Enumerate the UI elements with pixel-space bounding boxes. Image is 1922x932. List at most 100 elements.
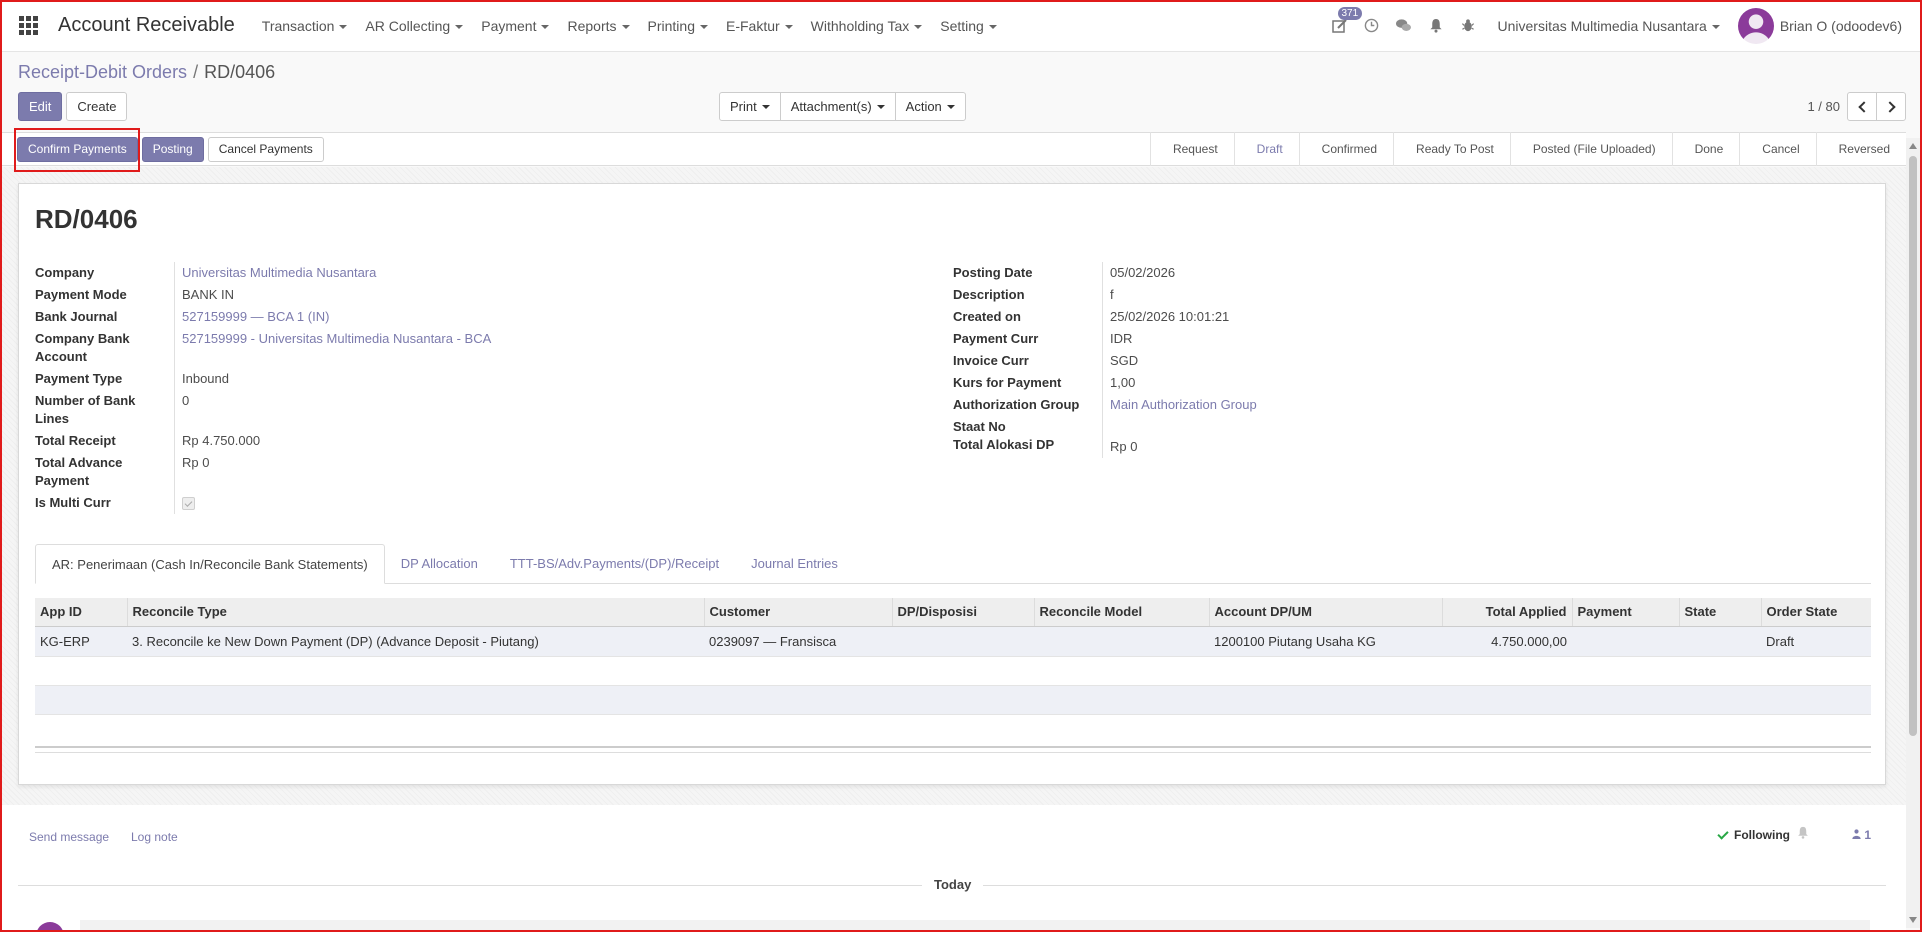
following-button[interactable]: Following (1717, 827, 1790, 842)
navbar-systray: 371 Universitas Multimedia Nusantara Bri… (1324, 0, 1922, 52)
field-value: BANK IN (182, 287, 235, 302)
table-cell: Draft (1761, 626, 1871, 657)
stage-draft[interactable]: Draft (1233, 132, 1299, 166)
company-switcher[interactable]: Universitas Multimedia Nusantara (1498, 18, 1720, 34)
attachments-dropdown[interactable]: Attachment(s) (779, 92, 896, 121)
pager-previous-button[interactable] (1847, 92, 1877, 121)
field-value: Rp 0 (182, 455, 210, 470)
user-avatar[interactable] (1737, 7, 1774, 44)
log-note-button[interactable]: Log note (131, 830, 178, 844)
field-value: 1,00 (1110, 375, 1136, 390)
company-link[interactable]: Universitas Multimedia Nusantara (175, 262, 376, 284)
field-payment-type: Payment Type Inbound (35, 368, 755, 390)
field-total-advance-payment: Total Advance Payment Rp 0 (35, 452, 755, 492)
create-button[interactable]: Create (66, 92, 128, 121)
menu-printing[interactable]: Printing (639, 18, 717, 34)
field-label: Payment Curr (953, 328, 1103, 350)
stage-cancel[interactable]: Cancel (1739, 132, 1815, 166)
status-stages: Request Draft Confirmed Ready To Post Po… (1149, 132, 1906, 166)
field-total-alokasi-dp: Total Alokasi DP Rp 0 (953, 436, 1653, 458)
followers-button[interactable]: 1 (1852, 828, 1871, 842)
column-header[interactable]: Account DP/UM (1208, 598, 1442, 627)
app-title[interactable]: Account Receivable (58, 14, 235, 37)
column-header[interactable]: App ID (35, 598, 127, 627)
column-header[interactable]: Reconcile Type (126, 598, 704, 627)
chevron-left-icon (1857, 100, 1870, 113)
breadcrumb-separator: / (193, 62, 199, 82)
bank-journal-link[interactable]: 527159999 — BCA 1 (IN) (175, 306, 329, 328)
bell-icon[interactable] (1420, 0, 1452, 52)
column-header[interactable]: Customer (703, 598, 892, 627)
print-dropdown[interactable]: Print (719, 92, 781, 121)
page-scrollbar[interactable] (1906, 138, 1920, 928)
sidebar-actions: Print Attachment(s) Action (719, 92, 966, 121)
table-cell (1572, 626, 1679, 657)
pager-next-button[interactable] (1876, 92, 1906, 121)
menu-payment[interactable]: Payment (472, 18, 558, 34)
column-header[interactable]: State (1678, 598, 1761, 627)
menu-reports[interactable]: Reports (558, 18, 638, 34)
stage-posted-file-uploaded[interactable]: Posted (File Uploaded) (1509, 132, 1672, 166)
stage-done[interactable]: Done (1671, 132, 1740, 166)
cancel-payments-button[interactable]: Cancel Payments (207, 136, 324, 162)
stage-reversed[interactable]: Reversed (1815, 132, 1906, 166)
posting-button[interactable]: Posting (141, 136, 204, 162)
authorization-group-link[interactable]: Main Authorization Group (1103, 394, 1257, 416)
stage-ready-to-post[interactable]: Ready To Post (1393, 132, 1510, 166)
menu-withholding-tax[interactable]: Withholding Tax (802, 18, 932, 34)
field-is-multi-curr: Is Multi Curr (35, 492, 755, 514)
column-header[interactable]: Total Applied (1441, 598, 1572, 627)
field-label: Company (35, 262, 175, 284)
user-menu[interactable]: Brian O (odoodev6) (1780, 18, 1902, 34)
edit-button[interactable]: Edit (18, 92, 63, 121)
tab-ttt-bs-receipt[interactable]: TTT-BS/Adv.Payments/(DP)/Receipt (494, 543, 735, 583)
table-cell (1034, 626, 1209, 657)
empty-table-row (35, 685, 1871, 715)
column-header[interactable]: Reconcile Model (1033, 598, 1209, 627)
pager: 1 / 80 (1807, 92, 1906, 121)
stage-confirmed[interactable]: Confirmed (1298, 132, 1393, 166)
chat-bubbles-icon[interactable] (1388, 0, 1420, 52)
send-message-button[interactable]: Send message (29, 830, 109, 844)
field-label: Invoice Curr (953, 350, 1103, 372)
menu-ar-collecting[interactable]: AR Collecting (356, 18, 472, 34)
main-menu: Transaction AR Collecting Payment Report… (253, 18, 1006, 34)
tab-dp-allocation[interactable]: DP Allocation (385, 543, 494, 583)
field-label: Created on (953, 306, 1103, 328)
bug-icon[interactable] (1452, 0, 1484, 52)
breadcrumb-parent-link[interactable]: Receipt-Debit Orders (18, 62, 187, 82)
is-multi-curr-checkbox[interactable] (182, 497, 195, 510)
company-bank-account-link[interactable]: 527159999 - Universitas Multimedia Nusan… (175, 328, 491, 368)
pager-value[interactable]: 1 / 80 (1807, 99, 1840, 114)
menu-transaction[interactable]: Transaction (253, 18, 357, 34)
notification-bell-icon[interactable] (1797, 826, 1809, 842)
clock-icon[interactable] (1356, 0, 1388, 52)
column-header[interactable]: DP/Disposisi (891, 598, 1034, 627)
action-dropdown[interactable]: Action (894, 92, 966, 121)
scroll-thumb[interactable] (1909, 156, 1917, 736)
field-value: Inbound (182, 371, 229, 386)
scroll-up-arrow-icon[interactable] (1909, 143, 1917, 149)
confirm-payments-button[interactable]: Confirm Payments (17, 136, 138, 162)
tab-ar-penerimaan[interactable]: AR: Penerimaan (Cash In/Reconcile Bank S… (35, 544, 385, 584)
apps-menu-icon[interactable] (16, 14, 40, 38)
column-header[interactable]: Payment (1571, 598, 1679, 627)
activity-edit-icon[interactable]: 371 (1324, 0, 1363, 52)
table-row[interactable]: KG-ERP 3. Reconcile ke New Down Payment … (35, 626, 1871, 657)
form-statusbar: Confirm Payments Posting Cancel Payments… (2, 132, 1906, 166)
scroll-down-arrow-icon[interactable] (1909, 917, 1917, 923)
field-staat-no: Staat No (953, 416, 1653, 436)
caret-down-icon (988, 24, 997, 29)
empty-table-row (35, 656, 1871, 686)
stage-request[interactable]: Request (1149, 132, 1234, 166)
tab-journal-entries[interactable]: Journal Entries (735, 543, 854, 583)
field-label: Payment Mode (35, 284, 175, 306)
following-label: Following (1734, 828, 1790, 842)
column-header[interactable]: Order State (1760, 598, 1871, 627)
record-title: RD/0406 (35, 204, 138, 234)
field-label: Kurs for Payment (953, 372, 1103, 394)
menu-e-faktur[interactable]: E-Faktur (717, 18, 802, 34)
menu-setting[interactable]: Setting (931, 18, 1006, 34)
date-label: Today (922, 877, 984, 892)
table-cell (892, 626, 1034, 657)
